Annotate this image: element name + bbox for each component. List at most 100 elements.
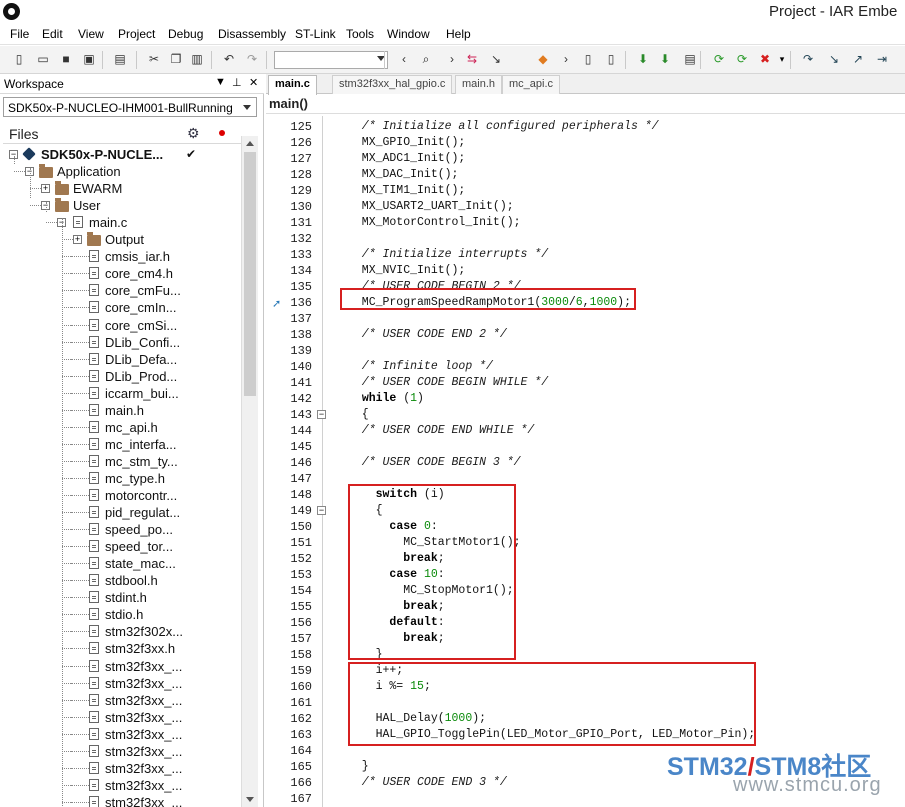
download-debug-icon[interactable]: ⬇	[657, 51, 673, 67]
forward-icon[interactable]: ›	[444, 51, 460, 67]
tree-item-state-mac[interactable]: state_mac...	[3, 555, 241, 572]
tree-item-main-h[interactable]: main.h	[3, 402, 241, 419]
tree-item-dlib-defa[interactable]: DLib_Defa...	[3, 351, 241, 368]
menu-help[interactable]: Help	[446, 27, 471, 41]
tree-item-sdk50x-p-nucle[interactable]: − SDK50x-P-NUCLE... ✔	[3, 146, 241, 163]
tree-item-user[interactable]: − User	[3, 197, 241, 214]
expand-icon[interactable]: +	[73, 235, 82, 244]
tab-main-h[interactable]: main.h	[455, 75, 503, 94]
tree-item-stdint-h[interactable]: stdint.h	[3, 589, 241, 606]
tree-item-cmsis-iar-h[interactable]: cmsis_iar.h	[3, 248, 241, 265]
tree-item-stm32f3xx[interactable]: stm32f3xx_...	[3, 675, 241, 692]
tree-item-stm32f3xx[interactable]: stm32f3xx_...	[3, 658, 241, 675]
find-icon[interactable]: ⌕	[418, 51, 434, 67]
compile-icon[interactable]: ⟳	[711, 51, 727, 67]
undo-icon[interactable]: ↶	[221, 51, 237, 67]
navigate-forward-icon[interactable]: ▯	[603, 51, 619, 67]
tree-item-stm32f3xx[interactable]: stm32f3xx_...	[3, 692, 241, 709]
new-file-icon[interactable]: ▯	[11, 51, 27, 67]
tree-item-dlib-confi[interactable]: DLib_Confi...	[3, 334, 241, 351]
gear-icon[interactable]: ⚙	[187, 125, 200, 142]
open-icon[interactable]: ▭	[35, 51, 51, 67]
save-all-icon[interactable]: ▣	[81, 51, 97, 67]
tree-item-main-c[interactable]: − main.c	[3, 214, 241, 231]
back-icon[interactable]: ‹	[396, 51, 412, 67]
tree-item-output[interactable]: + Output	[3, 231, 241, 248]
paste-icon[interactable]: ▥	[189, 51, 205, 67]
tree-item-stdbool-h[interactable]: stdbool.h	[3, 572, 241, 589]
replace-icon[interactable]: ⇆	[464, 51, 480, 67]
bookmark-icon[interactable]: ◆	[535, 51, 551, 67]
configuration-select[interactable]: SDK50x-P-NUCLEO-IHM001-BullRunning	[3, 97, 257, 117]
workspace-scrollbar[interactable]	[241, 136, 258, 807]
make-icon[interactable]: ▤	[682, 51, 698, 67]
rebuild-icon[interactable]: ⟳	[734, 51, 750, 67]
menu-tools[interactable]: Tools	[346, 27, 374, 41]
scroll-down-icon[interactable]	[246, 797, 254, 802]
menu-view[interactable]: View	[78, 27, 104, 41]
tree-item-dlib-prod[interactable]: DLib_Prod...	[3, 368, 241, 385]
menu-project[interactable]: Project	[118, 27, 155, 41]
tab-main-c[interactable]: main.c	[268, 75, 317, 95]
close-icon[interactable]: ✕	[249, 76, 258, 89]
stop-build-icon[interactable]: ✖	[757, 51, 773, 67]
tree-item-stm32f3xx[interactable]: stm32f3xx_...	[3, 709, 241, 726]
iar-logo-icon[interactable]	[3, 3, 20, 20]
next-statement-icon[interactable]: ⇥	[874, 51, 890, 67]
fold-collapse-icon[interactable]: −	[317, 410, 326, 419]
tree-item-mc-type-h[interactable]: mc_type.h	[3, 470, 241, 487]
download-icon[interactable]: ⬇	[635, 51, 651, 67]
step-into-icon[interactable]: ↘	[826, 51, 842, 67]
tree-item-core-cmsi[interactable]: core_cmSi...	[3, 317, 241, 334]
menu-file[interactable]: File	[10, 27, 29, 41]
step-out-icon[interactable]: ↗	[850, 51, 866, 67]
tree-item-speed-tor[interactable]: speed_tor...	[3, 538, 241, 555]
more-icon[interactable]: ▾	[778, 51, 786, 67]
next-bookmark-icon[interactable]: ›	[558, 51, 574, 67]
tree-item-mc-api-h[interactable]: mc_api.h	[3, 419, 241, 436]
tree-item-stdio-h[interactable]: stdio.h	[3, 606, 241, 623]
cut-icon[interactable]: ✂	[146, 51, 162, 67]
menu-window[interactable]: Window	[387, 27, 430, 41]
copy-icon[interactable]: ❐	[168, 51, 184, 67]
navigate-back-icon[interactable]: ▯	[580, 51, 596, 67]
expand-icon[interactable]: +	[41, 184, 50, 193]
pin-icon[interactable]: ⊥	[232, 76, 242, 89]
step-over-icon[interactable]: ↷	[800, 51, 816, 67]
tree-item-mc-interfa[interactable]: mc_interfa...	[3, 436, 241, 453]
redo-icon[interactable]: ↷	[244, 51, 260, 67]
tree-item-stm32f3xx[interactable]: stm32f3xx_...	[3, 760, 241, 777]
tree-item-core-cm4-h[interactable]: core_cm4.h	[3, 265, 241, 282]
menu-edit[interactable]: Edit	[42, 27, 63, 41]
tree-item-pid-regulat[interactable]: pid_regulat...	[3, 504, 241, 521]
tree-item-stm32f3xx[interactable]: stm32f3xx_...	[3, 726, 241, 743]
tree-item-ewarm[interactable]: + EWARM	[3, 180, 241, 197]
tree-item-stm32f3xx[interactable]: stm32f3xx_...	[3, 777, 241, 794]
tree-item-stm32f302x[interactable]: stm32f302x...	[3, 623, 241, 640]
dropdown-icon[interactable]: ▼	[215, 76, 226, 88]
find-combo[interactable]	[274, 51, 388, 69]
tree-item-stm32f3xx[interactable]: stm32f3xx_...	[3, 794, 241, 807]
tree-item-motorcontr[interactable]: motorcontr...	[3, 487, 241, 504]
tab-mc-api-c[interactable]: mc_api.c	[502, 75, 561, 94]
tree-item-stm32f3xx[interactable]: stm32f3xx_...	[3, 743, 241, 760]
fold-collapse-icon[interactable]: −	[317, 506, 326, 515]
scroll-thumb[interactable]	[244, 152, 256, 396]
print-icon[interactable]: ▤	[112, 51, 128, 67]
tree-item-stm32f3xx-h[interactable]: stm32f3xx.h	[3, 640, 241, 657]
tree-item-mc-stm-ty[interactable]: mc_stm_ty...	[3, 453, 241, 470]
tree-item-core-cmfu[interactable]: core_cmFu...	[3, 282, 241, 299]
chevron-down-icon[interactable]	[243, 105, 251, 110]
tree-item-speed-po[interactable]: speed_po...	[3, 521, 241, 538]
tree-item-iccarm-bui[interactable]: iccarm_bui...	[3, 385, 241, 402]
tab-stm32f3xx-hal-gpio-c[interactable]: stm32f3xx_hal_gpio.c	[332, 75, 453, 94]
goto-icon[interactable]: ↘	[488, 51, 504, 67]
menu-st-link[interactable]: ST-Link	[295, 27, 336, 41]
scroll-up-icon[interactable]	[246, 141, 254, 146]
menu-debug[interactable]: Debug	[168, 27, 203, 41]
menu-disassembly[interactable]: Disassembly	[218, 27, 286, 41]
save-icon[interactable]: ■	[58, 51, 74, 67]
tree-item-core-cmin[interactable]: core_cmIn...	[3, 299, 241, 316]
tree-item-application[interactable]: − Application	[3, 163, 241, 180]
code-area[interactable]: 125 /* Initialize all configured periphe…	[266, 116, 905, 807]
